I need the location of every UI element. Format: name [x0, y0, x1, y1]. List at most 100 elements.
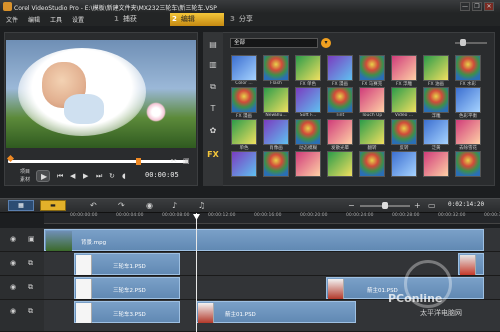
visibility-icon[interactable]: ◉	[10, 235, 16, 243]
filter-thumbnail[interactable]	[359, 55, 385, 81]
step-edit[interactable]: 2 编辑	[170, 13, 224, 26]
timeline-clip[interactable]	[458, 253, 484, 275]
filter-thumbnail[interactable]	[327, 55, 353, 81]
clip-label: 背景.mpg	[81, 240, 107, 246]
zoom-in-icon[interactable]: +	[414, 201, 421, 210]
sound-mixer-icon[interactable]: ♪	[172, 201, 177, 210]
filter-thumbnail[interactable]	[231, 119, 257, 145]
split-clip-icon[interactable]: ✂	[171, 157, 177, 165]
project-mode-label[interactable]: 项目	[20, 168, 30, 175]
filter-thumbnail[interactable]	[455, 87, 481, 113]
ruler-tick-label: 00:00:04:00	[116, 213, 144, 218]
filter-thumbnail[interactable]	[295, 151, 321, 177]
filter-thumbnail[interactable]	[423, 55, 449, 81]
clip-mode-label[interactable]: 素材	[20, 176, 30, 183]
timeline-clip[interactable]: 箭主01.PSD	[196, 301, 356, 323]
preview-timecode[interactable]: 00:00:05	[145, 171, 179, 179]
scrubber-bar[interactable]	[8, 160, 188, 163]
visibility-icon[interactable]: ◉	[10, 259, 16, 267]
transition-icon[interactable]: ⧉	[206, 82, 220, 94]
timeline-zoom-knob[interactable]	[382, 202, 388, 209]
fx-icon[interactable]: FX	[206, 150, 220, 162]
media-icon[interactable]: ▤	[206, 40, 220, 52]
filter-thumbnail[interactable]	[231, 87, 257, 113]
home-icon[interactable]: ⏮	[57, 172, 63, 181]
filter-thumbnail[interactable]	[327, 87, 353, 113]
filter-thumbnail[interactable]	[263, 119, 289, 145]
graphic-icon[interactable]: ✿	[206, 126, 220, 138]
chevron-down-icon[interactable]: ▾	[321, 38, 331, 48]
filter-thumbnail[interactable]	[391, 151, 417, 177]
filter-thumbnail[interactable]	[327, 151, 353, 177]
filter-thumbnail[interactable]	[455, 55, 481, 81]
redo-icon[interactable]: ↷	[118, 201, 125, 210]
visibility-icon[interactable]: ◉	[10, 307, 16, 315]
filter-thumbnail[interactable]	[263, 151, 289, 177]
repeat-icon[interactable]: ↻	[109, 172, 115, 180]
zoom-out-icon[interactable]: −	[348, 201, 355, 210]
timeline-clip[interactable]: 三轮车1.PSD	[74, 253, 180, 275]
timeline-clip[interactable]: 三轮车3.PSD	[74, 301, 180, 323]
play-button[interactable]: ▶	[36, 170, 50, 182]
filter-thumbnail[interactable]	[359, 151, 385, 177]
watermark-brand: PConline	[388, 292, 443, 305]
ruler-tick-label: 00:00:32:00	[438, 213, 466, 218]
trim-end-marker[interactable]	[136, 158, 141, 165]
fit-project-icon[interactable]: ▭	[428, 201, 436, 210]
timeline-clip[interactable]: 背景.mpg	[44, 229, 484, 251]
close-button[interactable]: ✕	[484, 2, 494, 11]
filter-thumbnail[interactable]	[263, 87, 289, 113]
filter-thumbnail[interactable]	[423, 119, 449, 145]
track-header-overlay3: ◉ ⧉	[0, 300, 44, 332]
undo-icon[interactable]: ↶	[90, 201, 97, 210]
filter-thumbnail[interactable]	[231, 55, 257, 81]
filter-thumbnail[interactable]	[423, 87, 449, 113]
auto-music-icon[interactable]: ♫	[198, 201, 205, 210]
timeline-view-button[interactable]: ▬	[40, 200, 66, 211]
minimize-button[interactable]: —	[460, 2, 470, 11]
visibility-icon[interactable]: ◉	[10, 283, 16, 291]
filter-thumbnail[interactable]	[455, 119, 481, 145]
title-icon[interactable]: T	[206, 104, 220, 116]
end-icon[interactable]: ⏭	[96, 172, 102, 181]
filter-thumbnail-label: NewBlu...	[265, 113, 287, 118]
filter-thumbnail[interactable]	[455, 151, 481, 177]
next-frame-icon[interactable]: ▶	[83, 172, 88, 180]
menu-edit[interactable]: 编辑	[28, 15, 40, 24]
filter-thumbnail-label: Tint	[335, 113, 345, 118]
ruler-tick-label: 00:00:24:00	[346, 213, 374, 218]
ruler-tick-label: 00:00:28:00	[392, 213, 420, 218]
filter-thumbnail[interactable]	[231, 151, 257, 177]
flower-decoration	[146, 102, 166, 122]
filter-thumbnail-label: Color ...	[235, 81, 253, 86]
storyboard-view-button[interactable]: ▦	[8, 200, 34, 211]
filter-thumbnail-label: Flash	[270, 81, 282, 86]
filter-thumbnail[interactable]	[295, 55, 321, 81]
filter-thumbnail[interactable]	[295, 119, 321, 145]
record-icon[interactable]: ◉	[146, 201, 153, 210]
menu-file[interactable]: 文件	[6, 15, 18, 24]
volume-icon[interactable]: ◖	[122, 172, 126, 180]
step-capture[interactable]: 1 捕获	[112, 13, 166, 26]
filter-thumbnail[interactable]	[295, 87, 321, 113]
menu-tools[interactable]: 工具	[50, 15, 62, 24]
filter-thumbnail[interactable]	[359, 119, 385, 145]
timeline-clip[interactable]: 三轮车2.PSD	[74, 277, 180, 299]
filter-thumbnail[interactable]	[391, 119, 417, 145]
filter-thumbnail[interactable]	[263, 55, 289, 81]
restore-button[interactable]: ❐	[472, 2, 482, 11]
filter-thumbnail[interactable]	[391, 55, 417, 81]
timeline-toolbar	[0, 198, 500, 213]
filter-thumbnail[interactable]	[423, 151, 449, 177]
filter-thumbnail[interactable]	[391, 87, 417, 113]
instant-project-icon[interactable]: ▥	[206, 60, 220, 72]
filter-thumbnail[interactable]	[359, 87, 385, 113]
fullscreen-icon[interactable]: ▣	[183, 157, 190, 165]
step-share[interactable]: 3 分享	[228, 13, 282, 26]
filter-thumbnail[interactable]	[327, 119, 353, 145]
category-dropdown[interactable]: 全部	[230, 38, 318, 48]
thumbnail-size-knob[interactable]	[460, 39, 466, 46]
playhead[interactable]	[196, 213, 197, 332]
menu-settings[interactable]: 设置	[72, 15, 84, 24]
prev-frame-icon[interactable]: ◀	[70, 172, 75, 180]
